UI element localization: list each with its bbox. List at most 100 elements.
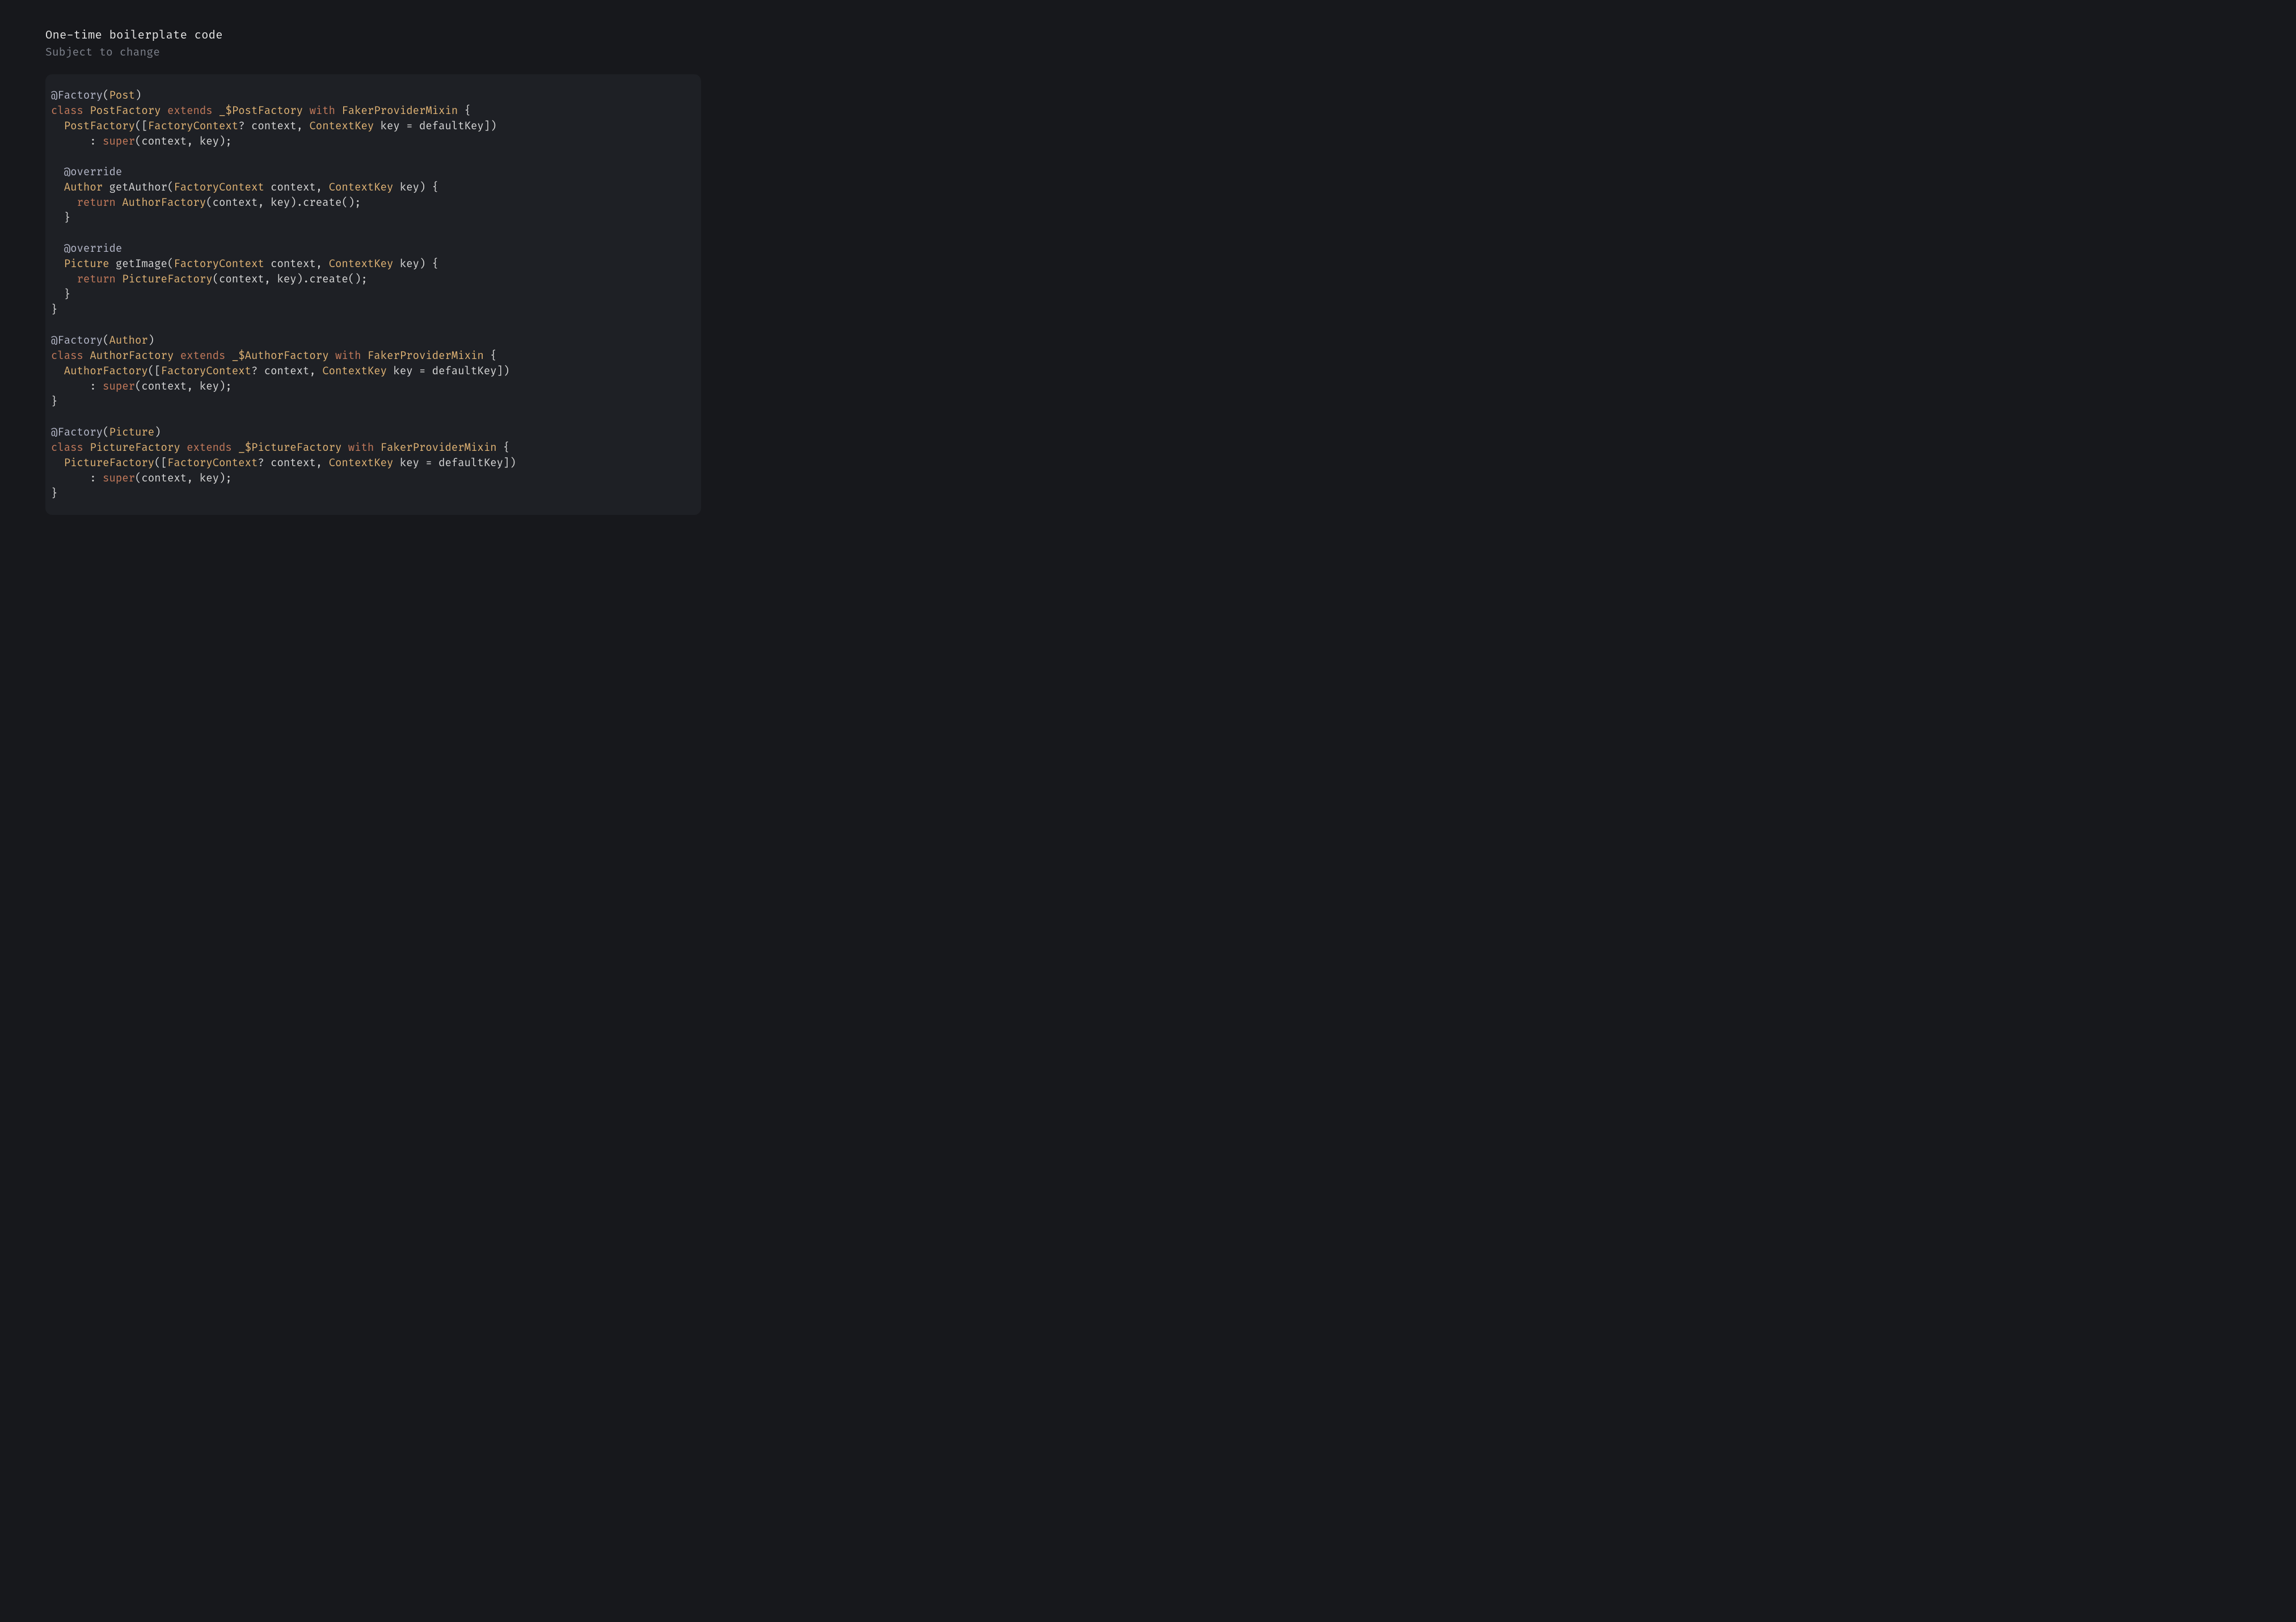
code-token: context, — [264, 181, 329, 194]
code-token: class — [51, 104, 83, 117]
code-line — [51, 318, 695, 333]
code-line — [51, 226, 695, 241]
code-token: } — [51, 303, 57, 316]
code-token: (context, key).create(); — [213, 273, 368, 286]
code-token: ContextKey — [329, 457, 394, 470]
code-token — [51, 196, 77, 209]
code-line: @override — [51, 164, 695, 180]
code-line: } — [51, 394, 695, 409]
code-token: _$PictureFactory — [238, 441, 341, 454]
code-token: ( — [103, 334, 109, 347]
code-line: @Factory(Post) — [51, 88, 695, 103]
code-line: class PostFactory extends _$PostFactory … — [51, 103, 695, 119]
subtitle-text: Subject to change — [45, 44, 701, 61]
code-token: PictureFactory — [64, 457, 154, 470]
code-token: ContextKey — [329, 257, 394, 271]
code-token: AuthorFactory — [122, 196, 206, 209]
code-token: FactoryContext — [174, 181, 264, 194]
code-token — [232, 441, 238, 454]
code-token: ? context, — [251, 365, 322, 378]
code-token: ([ — [154, 457, 167, 470]
code-token: PostFactory — [64, 120, 135, 133]
code-token — [341, 441, 348, 454]
code-token: super — [103, 472, 135, 485]
code-token — [51, 457, 64, 470]
code-token: @Factory — [51, 89, 103, 102]
code-line: @Factory(Picture) — [51, 425, 695, 440]
code-token: FactoryContext — [161, 365, 251, 378]
code-token: @override — [64, 242, 122, 255]
code-token: } — [51, 212, 70, 225]
code-line: @override — [51, 241, 695, 256]
code-token: getImage( — [109, 257, 174, 271]
code-line: PictureFactory([FactoryContext? context,… — [51, 455, 695, 471]
code-token: ContextKey — [309, 120, 374, 133]
title-text: One-time boilerplate code — [45, 27, 701, 44]
code-token: } — [51, 395, 57, 408]
code-token: ( — [103, 89, 109, 102]
code-token: with — [335, 349, 361, 362]
code-token: return — [77, 196, 116, 209]
code-token — [51, 181, 64, 194]
code-line: return PictureFactory(context, key).crea… — [51, 272, 695, 287]
code-token: ContextKey — [329, 181, 394, 194]
code-token — [83, 349, 90, 362]
code-line — [51, 409, 695, 425]
code-token: getAuthor( — [103, 181, 174, 194]
code-token — [180, 441, 187, 454]
code-token: Author — [64, 181, 103, 194]
code-line: AuthorFactory([FactoryContext? context, … — [51, 364, 695, 379]
code-token: extends — [187, 441, 232, 454]
code-token: Picture — [109, 426, 154, 439]
code-token: FactoryContext — [174, 257, 264, 271]
code-token: : — [51, 135, 103, 148]
code-token: context, — [264, 257, 329, 271]
code-token: : — [51, 472, 103, 485]
code-token — [161, 104, 167, 117]
code-token — [303, 104, 309, 117]
code-token: @override — [64, 166, 122, 179]
code-token: _$AuthorFactory — [232, 349, 329, 362]
code-token: { — [497, 441, 510, 454]
code-token — [51, 242, 64, 255]
code-token — [213, 104, 219, 117]
code-token: extends — [167, 104, 213, 117]
code-token: ) — [135, 89, 141, 102]
code-token — [116, 196, 122, 209]
code-token — [335, 104, 341, 117]
code-token: key) { — [393, 257, 438, 271]
code-token: _$PostFactory — [219, 104, 303, 117]
code-token: key = defaultKey]) — [374, 120, 496, 133]
code-line: @Factory(Author) — [51, 333, 695, 348]
code-token: AuthorFactory — [90, 349, 174, 362]
code-line: class PictureFactory extends _$PictureFa… — [51, 440, 695, 455]
code-token: FakerProviderMixin — [381, 441, 497, 454]
code-token: (context, key); — [135, 472, 232, 485]
code-token: ( — [103, 426, 109, 439]
code-token: (context, key); — [135, 380, 232, 393]
code-token: extends — [180, 349, 226, 362]
code-line: : super(context, key); — [51, 134, 695, 149]
code-token: } — [51, 487, 57, 500]
code-token: with — [348, 441, 374, 454]
code-token — [83, 104, 90, 117]
code-token: (context, key).create(); — [206, 196, 361, 209]
code-token: AuthorFactory — [64, 365, 148, 378]
code-line: : super(context, key); — [51, 379, 695, 394]
code-token: ? context, — [258, 457, 328, 470]
code-token: PictureFactory — [122, 273, 212, 286]
code-token: (context, key); — [135, 135, 232, 148]
code-token — [51, 273, 77, 286]
slide: One-time boilerplate code Subject to cha… — [0, 0, 746, 538]
code-token: Picture — [64, 257, 109, 271]
code-token: key = defaultKey]) — [387, 365, 509, 378]
code-token: ) — [148, 334, 154, 347]
code-token: Post — [109, 89, 135, 102]
code-token: @Factory — [51, 334, 103, 347]
code-token: @Factory — [51, 426, 103, 439]
code-line: Author getAuthor(FactoryContext context,… — [51, 180, 695, 195]
code-token: super — [103, 135, 135, 148]
code-line: } — [51, 210, 695, 226]
code-line: return AuthorFactory(context, key).creat… — [51, 195, 695, 210]
code-token: super — [103, 380, 135, 393]
